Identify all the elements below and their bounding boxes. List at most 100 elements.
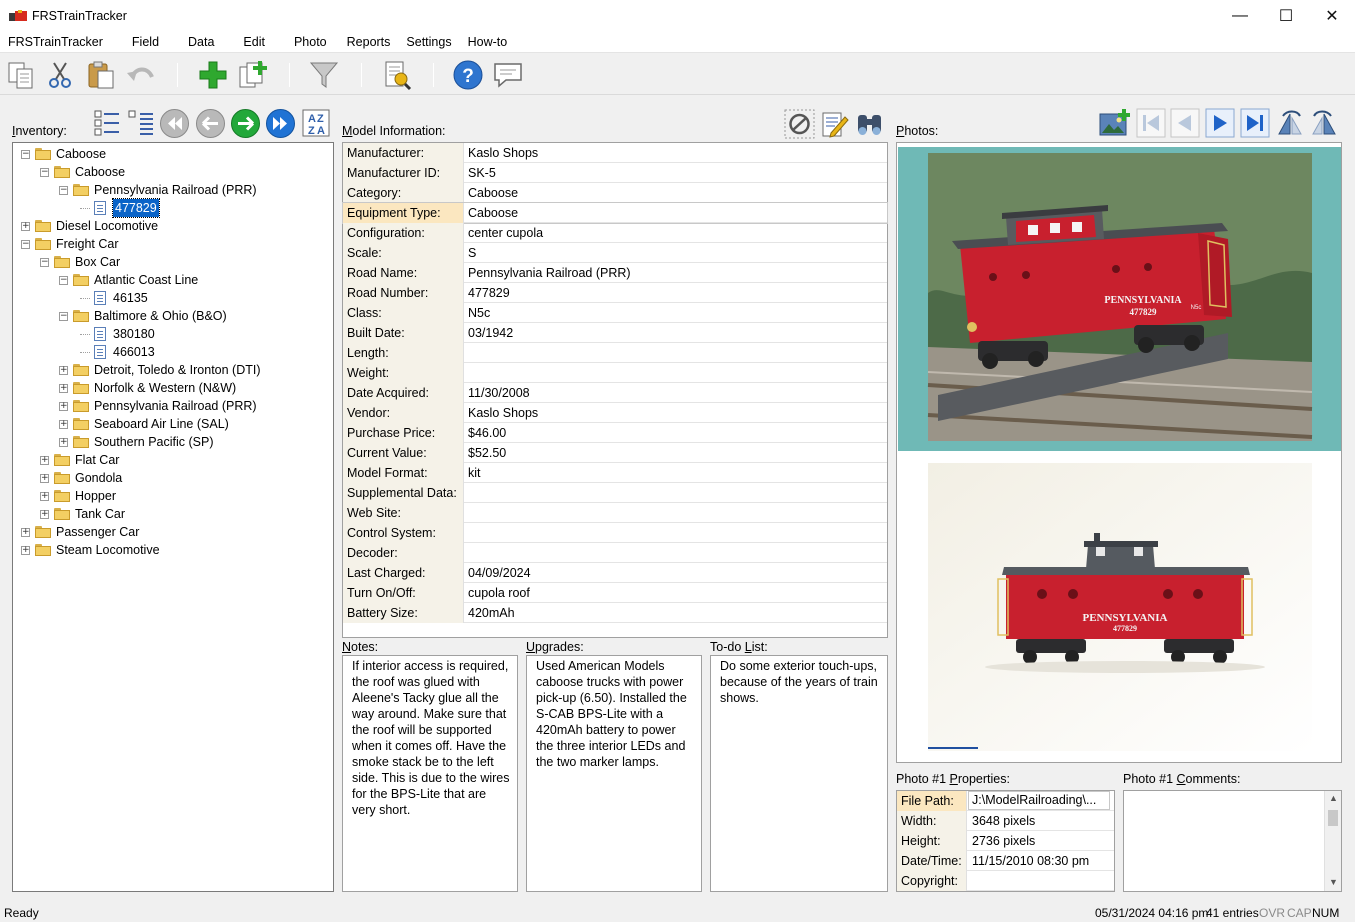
- tree-item-folder[interactable]: + Pennsylvania Railroad (PRR): [13, 397, 331, 415]
- expand-icon[interactable]: +: [21, 222, 30, 231]
- model-field-row[interactable]: Road Name: Pennsylvania Railroad (PRR): [343, 263, 887, 283]
- expand-icon[interactable]: +: [59, 420, 68, 429]
- add-icon[interactable]: [197, 59, 229, 91]
- expand-icon[interactable]: +: [59, 384, 68, 393]
- collapse-icon[interactable]: −: [21, 240, 30, 249]
- model-field-value[interactable]: kit: [468, 463, 481, 483]
- collapse-icon[interactable]: −: [40, 168, 49, 177]
- model-field-value[interactable]: Caboose: [468, 183, 518, 203]
- tree-item-folder[interactable]: + Southern Pacific (SP): [13, 433, 331, 451]
- model-field-value[interactable]: 04/09/2024: [468, 563, 531, 583]
- model-field-row[interactable]: Weight:: [343, 363, 887, 383]
- last-photo-icon[interactable]: [1240, 108, 1270, 138]
- tree-item-record[interactable]: 46135: [13, 289, 331, 307]
- model-field-row[interactable]: Control System:: [343, 523, 887, 543]
- tree-item-folder[interactable]: + Flat Car: [13, 451, 331, 469]
- collapse-icon[interactable]: −: [21, 150, 30, 159]
- tree-item-folder[interactable]: − Caboose: [13, 163, 331, 181]
- comments-scrollbar[interactable]: ▲ ▼: [1324, 791, 1341, 891]
- filter-icon[interactable]: [308, 59, 340, 91]
- model-field-row[interactable]: Length:: [343, 343, 887, 363]
- last-icon[interactable]: [265, 108, 296, 139]
- menu-how-to[interactable]: How-to: [460, 31, 516, 53]
- comment-icon[interactable]: [492, 59, 524, 91]
- photo-property-value[interactable]: 2736 pixels: [972, 831, 1035, 851]
- photo-property-row[interactable]: Width: 3648 pixels: [897, 811, 1114, 831]
- photo-property-row[interactable]: Date/Time: 11/15/2010 08:30 pm: [897, 851, 1114, 871]
- model-field-value[interactable]: 11/30/2008: [468, 383, 530, 403]
- model-field-value[interactable]: $46.00: [468, 423, 506, 443]
- collapse-icon[interactable]: −: [59, 186, 68, 195]
- photos-panel[interactable]: PENNSYLVANIA 477829 N5c PENNSYLVANIA 477…: [896, 142, 1342, 763]
- model-field-row[interactable]: Manufacturer ID: SK-5: [343, 163, 887, 183]
- expand-icon[interactable]: +: [21, 528, 30, 537]
- photo-property-row[interactable]: File Path: J:\ModelRailroading\...: [897, 791, 1114, 811]
- menu-data[interactable]: Data: [180, 31, 222, 53]
- edit-icon[interactable]: [819, 109, 850, 139]
- expand-icon[interactable]: +: [59, 402, 68, 411]
- model-field-row[interactable]: Web Site:: [343, 503, 887, 523]
- model-field-row[interactable]: Model Format: kit: [343, 463, 887, 483]
- model-field-row[interactable]: Scale: S: [343, 243, 887, 263]
- model-field-value[interactable]: SK-5: [468, 163, 496, 183]
- expand-icon[interactable]: +: [40, 510, 49, 519]
- model-field-value[interactable]: Kaslo Shops: [468, 143, 538, 163]
- undo-icon[interactable]: [124, 59, 156, 91]
- model-field-value[interactable]: Pennsylvania Railroad (PRR): [468, 263, 631, 283]
- first-photo-icon[interactable]: [1136, 108, 1166, 138]
- report-icon[interactable]: [381, 59, 413, 91]
- model-field-value[interactable]: Kaslo Shops: [468, 403, 538, 423]
- tree-item-record[interactable]: 466013: [13, 343, 331, 361]
- model-field-row[interactable]: Class: N5c: [343, 303, 887, 323]
- model-field-row[interactable]: Decoder:: [343, 543, 887, 563]
- model-information-grid[interactable]: Manufacturer: Kaslo Shops Manufacturer ID:…: [342, 142, 888, 638]
- expand-icon[interactable]: +: [40, 456, 49, 465]
- tree-item-folder[interactable]: + Tank Car: [13, 505, 331, 523]
- menu-reports[interactable]: Reports: [339, 31, 399, 53]
- model-field-row[interactable]: Date Acquired: 11/30/2008: [343, 383, 887, 403]
- model-field-value[interactable]: cupola roof: [468, 583, 530, 603]
- rotate-right-icon[interactable]: [1309, 108, 1339, 138]
- cut-icon[interactable]: [44, 59, 76, 91]
- menu-settings[interactable]: Settings: [398, 31, 459, 53]
- tree-item-folder[interactable]: + Gondola: [13, 469, 331, 487]
- next-icon[interactable]: [230, 108, 261, 139]
- sort-az-icon[interactable]: A ZZ A: [301, 108, 331, 138]
- model-field-row[interactable]: Current Value: $52.50: [343, 443, 887, 463]
- clear-icon[interactable]: [784, 109, 815, 139]
- expand-icon[interactable]: +: [40, 474, 49, 483]
- todo-textbox[interactable]: Do some exterior touch-ups, because of t…: [710, 655, 888, 892]
- close-button[interactable]: ✕: [1309, 0, 1355, 31]
- photo-properties-grid[interactable]: File Path: J:\ModelRailroading\... Width: 3…: [896, 790, 1115, 892]
- add-photo-icon[interactable]: [1098, 108, 1131, 138]
- menu-photo[interactable]: Photo: [286, 31, 335, 53]
- expand-icon[interactable]: +: [59, 366, 68, 375]
- photo-property-value[interactable]: 11/15/2010 08:30 pm: [972, 851, 1089, 871]
- next-photo-icon[interactable]: [1205, 108, 1235, 138]
- model-field-value[interactable]: center cupola: [468, 223, 543, 243]
- tree-item-record[interactable]: 380180: [13, 325, 331, 343]
- photo-thumbnail-2[interactable]: PENNSYLVANIA 477829: [898, 461, 1341, 761]
- photo-property-value[interactable]: J:\ModelRailroading\...: [968, 791, 1110, 810]
- tree-item-folder[interactable]: − Box Car: [13, 253, 331, 271]
- scroll-up-icon[interactable]: ▲: [1329, 793, 1338, 803]
- paste-icon[interactable]: [85, 59, 117, 91]
- expand-icon[interactable]: +: [59, 438, 68, 447]
- tree-item-folder[interactable]: + Seaboard Air Line (SAL): [13, 415, 331, 433]
- tree-item-folder[interactable]: − Atlantic Coast Line: [13, 271, 331, 289]
- upgrades-textbox[interactable]: Used American Models caboose trucks with…: [526, 655, 702, 892]
- tree-item-folder[interactable]: + Norfolk & Western (N&W): [13, 379, 331, 397]
- photo-property-row[interactable]: Height: 2736 pixels: [897, 831, 1114, 851]
- rotate-left-icon[interactable]: [1275, 108, 1305, 138]
- model-field-value[interactable]: 420mAh: [468, 603, 515, 623]
- tree-item-folder[interactable]: − Caboose: [13, 145, 331, 163]
- collapse-icon[interactable]: −: [59, 276, 68, 285]
- expand-all-icon[interactable]: [92, 108, 122, 138]
- model-field-value[interactable]: Caboose: [468, 203, 518, 223]
- minimize-button[interactable]: —: [1217, 0, 1263, 31]
- first-icon[interactable]: [159, 108, 190, 139]
- model-field-row[interactable]: Vendor: Kaslo Shops: [343, 403, 887, 423]
- tree-item-folder[interactable]: + Diesel Locomotive: [13, 217, 331, 235]
- photo-property-row[interactable]: Copyright:: [897, 871, 1114, 891]
- tree-item-folder[interactable]: + Passenger Car: [13, 523, 331, 541]
